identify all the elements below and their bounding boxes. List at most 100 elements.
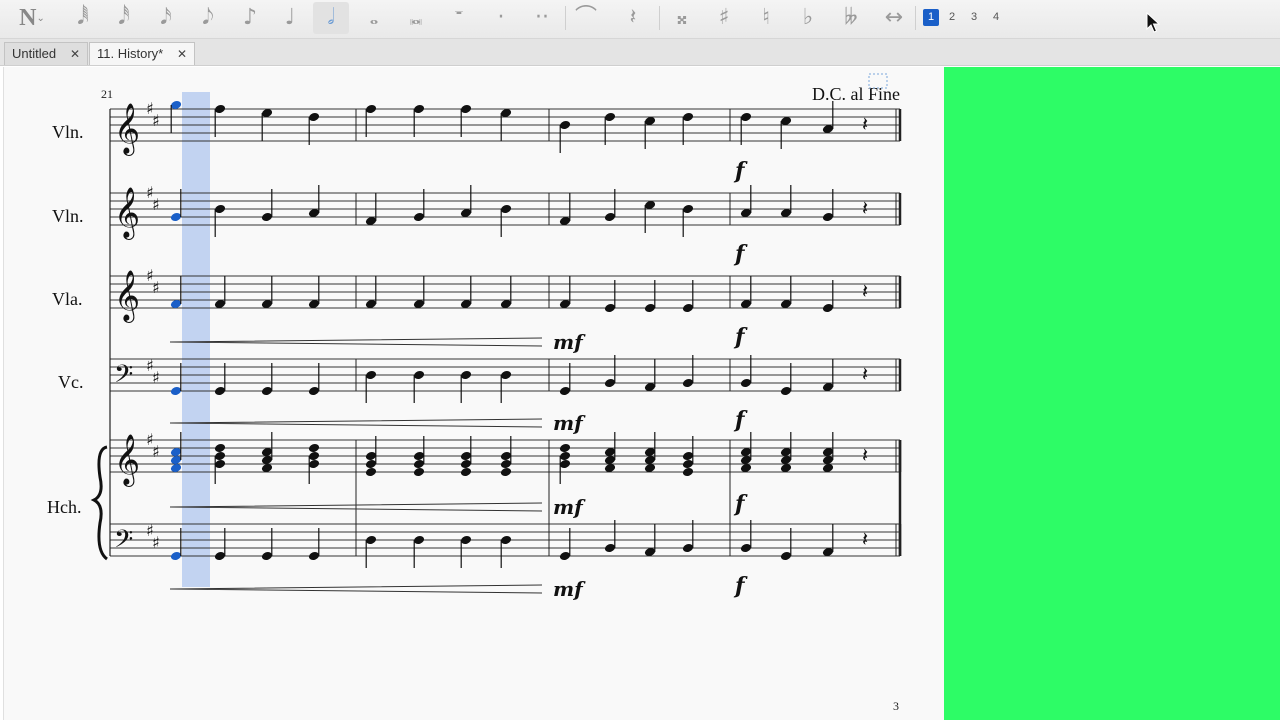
note-head[interactable]	[365, 467, 377, 478]
key-signature-sharp-icon: ♯	[152, 111, 160, 130]
selection-highlight	[182, 92, 210, 587]
note-32nd-icon: 𝅘𝅥𝅰	[118, 5, 130, 30]
tab-untitled[interactable]: Untitled ✕	[4, 42, 88, 65]
duration-breve-button[interactable]: 𝅜	[401, 2, 431, 34]
tie-icon: ⌒	[574, 5, 597, 30]
toolbar-divider	[915, 6, 916, 30]
note-head[interactable]	[460, 467, 472, 478]
note-head[interactable]	[559, 443, 571, 454]
tie-button[interactable]: ⌒	[572, 2, 600, 34]
tab-history[interactable]: 11. History* ✕	[89, 42, 195, 65]
note-eighth-flag-icon: ♪	[242, 5, 258, 30]
notes-layer[interactable]: 𝄽 𝄽 𝄽 𝄽 𝄽 𝄽	[170, 100, 868, 568]
voice-3-button[interactable]: 3	[966, 9, 982, 26]
measure-number: 21	[101, 87, 113, 101]
document-tab-bar: Untitled ✕ 11. History* ✕	[0, 39, 1280, 66]
note-head[interactable]	[413, 467, 425, 478]
note-head[interactable]	[500, 467, 512, 478]
instrument-name-harpsichord: Hch.	[47, 497, 82, 517]
duration-whole-button[interactable]: 𝅝	[360, 2, 388, 34]
note-longa-icon: 𝄻	[454, 5, 464, 30]
note-input-icon: N	[19, 5, 37, 31]
key-signature-sharp-icon: ♯	[152, 368, 160, 387]
natural-button[interactable]: ♮	[752, 2, 780, 34]
double-dot-icon: ··	[535, 5, 549, 30]
treble-clef-icon: 𝄞	[114, 103, 140, 156]
duration-longa-button[interactable]: 𝄻	[444, 2, 474, 34]
dynamic-forte[interactable]: f	[733, 158, 748, 184]
dynamic-mezzo-forte[interactable]: mf	[553, 330, 586, 354]
green-screen-panel	[944, 67, 1280, 720]
dynamic-forte[interactable]: f	[733, 573, 748, 599]
key-signature-sharp-icon: ♯	[152, 442, 160, 461]
note-input-mode-button[interactable]: N⌄	[12, 2, 52, 34]
score-page[interactable]: 𝄞 ♯♯𝄞 ♯♯𝄞 ♯♯𝄢 ♯♯𝄞 ♯♯𝄢 ♯♯ 𝄽𝄽𝄽𝄽𝄽𝄽 mfmfmfmfffffff…	[4, 67, 944, 720]
bass-clef-icon: 𝄢	[114, 360, 133, 395]
quarter-rest-icon: 𝄽	[862, 362, 868, 386]
note-head[interactable]	[682, 467, 694, 478]
quarter-rest-icon: 𝄽	[862, 279, 868, 303]
dynamic-forte[interactable]: f	[733, 324, 748, 350]
dynamic-forte[interactable]: f	[733, 241, 748, 267]
note-16th-icon: 𝅘𝅥𝅯	[160, 5, 172, 30]
note-head[interactable]	[214, 443, 226, 454]
chevron-down-icon: ⌄	[36, 13, 45, 24]
note-head[interactable]	[308, 443, 320, 454]
double-flat-icon: 𝄫	[844, 5, 858, 30]
close-icon[interactable]: ✕	[70, 43, 80, 65]
duration-16th-button[interactable]: 𝅘𝅥𝅯	[153, 2, 179, 34]
score-canvas[interactable]: 𝄞 ♯ ♯ 𝄞 ♯ ♯ 𝄞 ♯ ♯ 𝄢 ♯ ♯ 𝄞 ♯ ♯ 𝄢 ♯ ♯ 𝄽 𝄽 𝄽 𝄽 𝄽 𝄽 mf mf mf mf f f f f f f…	[3, 67, 944, 720]
duration-eighth-button[interactable]: 𝅘𝅥𝅮	[195, 2, 221, 34]
note-eighth-icon: 𝅘𝅥𝅮	[202, 5, 214, 30]
dynamic-mezzo-forte[interactable]: mf	[553, 495, 586, 519]
augmentation-dot-button[interactable]: ·	[488, 2, 514, 34]
voice-2-button[interactable]: 2	[944, 9, 960, 26]
voice-1-button[interactable]: 1	[923, 9, 939, 26]
natural-icon: ♮	[762, 5, 770, 30]
duration-quarter-button[interactable]: ♩	[277, 2, 303, 34]
rest-button[interactable]: 𝄽	[616, 2, 650, 34]
instrument-name-violin-2: Vln.	[52, 206, 84, 226]
sharp-button[interactable]: ♯	[710, 2, 738, 34]
flat-icon: ♭	[802, 5, 814, 30]
flat-button[interactable]: ♭	[794, 2, 822, 34]
flip-direction-icon: ↔	[884, 5, 904, 30]
dynamic-forte[interactable]: f	[733, 491, 748, 517]
duration-32nd-button[interactable]: 𝅘𝅥𝅰	[111, 2, 137, 34]
note-64th-icon: 𝅘𝅥𝅱	[77, 5, 89, 30]
quarter-rest-icon: 𝄽	[862, 527, 868, 551]
note-whole-icon: 𝅝	[369, 5, 379, 30]
tempo-text[interactable]: D.C. al Fine	[812, 84, 900, 104]
toolbar-divider	[565, 6, 566, 30]
voice-4-button[interactable]: 4	[988, 9, 1004, 26]
treble-clef-icon: 𝄞	[114, 434, 140, 487]
piano-brace-icon	[90, 445, 108, 561]
toolbar-divider	[659, 6, 660, 30]
key-signature-sharp-icon: ♯	[152, 533, 160, 552]
crescendo-hairpin	[169, 584, 543, 594]
staff-lines: 𝄞 ♯♯𝄞 ♯♯𝄞 ♯♯𝄢 ♯♯𝄞 ♯♯𝄢 ♯♯	[90, 99, 902, 561]
double-flat-button[interactable]: 𝄫	[836, 2, 866, 34]
dynamic-mezzo-forte[interactable]: mf	[553, 577, 586, 601]
tab-label: Untitled	[12, 46, 57, 61]
note-input-toolbar: N⌄ 𝅘𝅥𝅱 𝅘𝅥𝅰 𝅘𝅥𝅯 𝅘𝅥𝅮 ♪ ♩ 𝅗𝅥 𝅝 𝅜 𝄻 · ·· ⌒ 𝄽…	[0, 0, 1280, 39]
dynamic-mezzo-forte[interactable]: mf	[553, 411, 586, 435]
duration-eighth-alt-button[interactable]: ♪	[237, 2, 263, 34]
rest-icon: 𝄽	[629, 5, 637, 30]
quarter-rest-icon: 𝄽	[862, 196, 868, 220]
note-breve-icon: 𝅜	[409, 5, 423, 30]
duration-64th-button[interactable]: 𝅘𝅥𝅱	[70, 2, 96, 34]
mouse-pointer-icon	[1146, 12, 1160, 33]
tab-label: 11. History*	[97, 46, 164, 61]
close-icon[interactable]: ✕	[177, 43, 187, 65]
crescendo-hairpin	[169, 337, 543, 347]
page-number: 3	[893, 699, 899, 713]
double-sharp-button[interactable]: 𝄪	[668, 2, 696, 34]
flip-direction-button[interactable]: ↔	[878, 2, 910, 34]
duration-half-button[interactable]: 𝅗𝅥	[313, 2, 349, 34]
instrument-name-cello: Vc.	[58, 372, 84, 392]
dynamic-forte[interactable]: f	[733, 407, 748, 433]
double-dot-button[interactable]: ··	[528, 2, 556, 34]
dot-icon: ·	[497, 5, 505, 30]
bass-clef-icon: 𝄢	[114, 525, 133, 560]
